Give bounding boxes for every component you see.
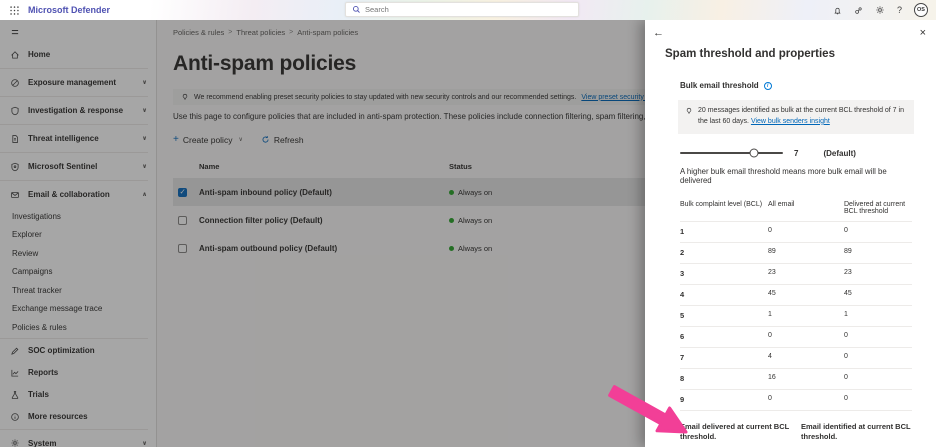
delivered-count: 23	[844, 269, 852, 277]
global-search[interactable]	[345, 2, 579, 17]
bcl-row: 3 23 23	[680, 264, 912, 285]
all-email-count: 89	[768, 248, 776, 256]
bcl-level: 6	[680, 332, 685, 342]
bcl-level: 4	[680, 290, 685, 300]
bcl-level: 2	[680, 248, 685, 258]
app-root: Microsoft Defender Search ? OS Home Expo…	[0, 0, 936, 447]
search-icon	[352, 5, 361, 14]
bcl-row: 1 0 0	[680, 222, 912, 243]
delivered-count: 45	[844, 290, 852, 298]
delivered-count: 0	[844, 353, 848, 361]
bcl-table: Bulk complaint level (BCL) All email Del…	[680, 198, 912, 411]
col-delivered: Delivered at current BCL threshold	[844, 200, 906, 215]
col-all-email: All email	[768, 200, 795, 208]
slider-value: 7	[794, 148, 799, 158]
all-email-count: 1	[768, 311, 772, 319]
delivered-count: 89	[844, 248, 852, 256]
bulk-email-threshold-label: Bulk email threshold i	[680, 81, 916, 90]
all-email-count: 23	[768, 269, 776, 277]
settings-gear-icon[interactable]	[875, 5, 885, 15]
all-email-count: 0	[768, 395, 772, 403]
all-email-count: 16	[768, 374, 776, 382]
lightbulb-icon	[685, 107, 693, 128]
app-launcher-icon[interactable]	[0, 5, 28, 16]
bcl-row: 7 4 0	[680, 348, 912, 369]
stat-identified: Email identified at current BCL threshol…	[801, 422, 912, 447]
section-label-text: Bulk email threshold	[680, 81, 759, 90]
bcl-row: 2 89 89	[680, 243, 912, 264]
bcl-level: 3	[680, 269, 685, 279]
spam-threshold-flyout: ← × Spam threshold and properties Bulk e…	[645, 20, 936, 447]
threshold-slider-row: 7 (Default)	[680, 148, 916, 158]
stat-label: Email delivered at current BCL threshold…	[680, 421, 790, 442]
info-icon[interactable]: i	[763, 81, 772, 90]
bulk-threshold-slider[interactable]	[680, 148, 783, 158]
view-bulk-senders-insight-link[interactable]: View bulk senders insight	[751, 118, 830, 125]
bcl-level: 8	[680, 374, 685, 384]
col-bcl: Bulk complaint level (BCL)	[680, 200, 763, 208]
all-email-count: 4	[768, 353, 772, 361]
delivered-count: 0	[844, 395, 848, 403]
threshold-caption: A higher bulk email threshold means more…	[680, 166, 887, 185]
delivered-count: 1	[844, 311, 848, 319]
notifications-bell-icon[interactable]	[833, 6, 842, 15]
brand-title: Microsoft Defender	[28, 5, 111, 15]
back-arrow-icon[interactable]: ←	[653, 27, 664, 39]
flyout-header: ← ×	[645, 20, 936, 39]
delivered-count: 0	[844, 332, 848, 340]
bcl-level: 7	[680, 353, 685, 363]
slider-default-label: (Default)	[823, 148, 856, 158]
bcl-row: 5 1 1	[680, 306, 912, 327]
avatar[interactable]: OS	[914, 3, 928, 17]
bcl-row: 6 0 0	[680, 327, 912, 348]
stat-label: Email identified at current BCL threshol…	[801, 421, 911, 442]
all-email-count: 0	[768, 332, 772, 340]
insight-text: 20 messages identified as bulk at the cu…	[698, 106, 906, 128]
bcl-row: 4 45 45	[680, 285, 912, 306]
modal-dim-overlay	[0, 20, 646, 447]
help-icon[interactable]: ?	[897, 5, 902, 15]
delivered-count: 0	[844, 374, 848, 382]
threshold-stats: Email delivered at current BCL threshold…	[680, 422, 912, 447]
delivered-count: 0	[844, 227, 848, 235]
all-email-count: 45	[768, 290, 776, 298]
bcl-row: 9 0 0	[680, 390, 912, 411]
link-icon[interactable]	[854, 6, 863, 15]
search-input[interactable]	[365, 5, 572, 14]
flyout-title: Spam threshold and properties	[665, 48, 835, 60]
slider-handle[interactable]	[749, 148, 759, 158]
bcl-level: 9	[680, 395, 685, 405]
bcl-table-header: Bulk complaint level (BCL) All email Del…	[680, 198, 912, 222]
bcl-level: 1	[680, 227, 685, 237]
bulk-insight-box: 20 messages identified as bulk at the cu…	[678, 100, 914, 134]
all-email-count: 0	[768, 227, 772, 235]
top-bar: Microsoft Defender Search ? OS	[0, 0, 936, 20]
bcl-level: 5	[680, 311, 685, 321]
bcl-row: 8 16 0	[680, 369, 912, 390]
stat-delivered: Email delivered at current BCL threshold…	[680, 422, 791, 447]
close-icon[interactable]: ×	[920, 27, 926, 39]
topbar-actions: ? OS	[833, 0, 928, 20]
